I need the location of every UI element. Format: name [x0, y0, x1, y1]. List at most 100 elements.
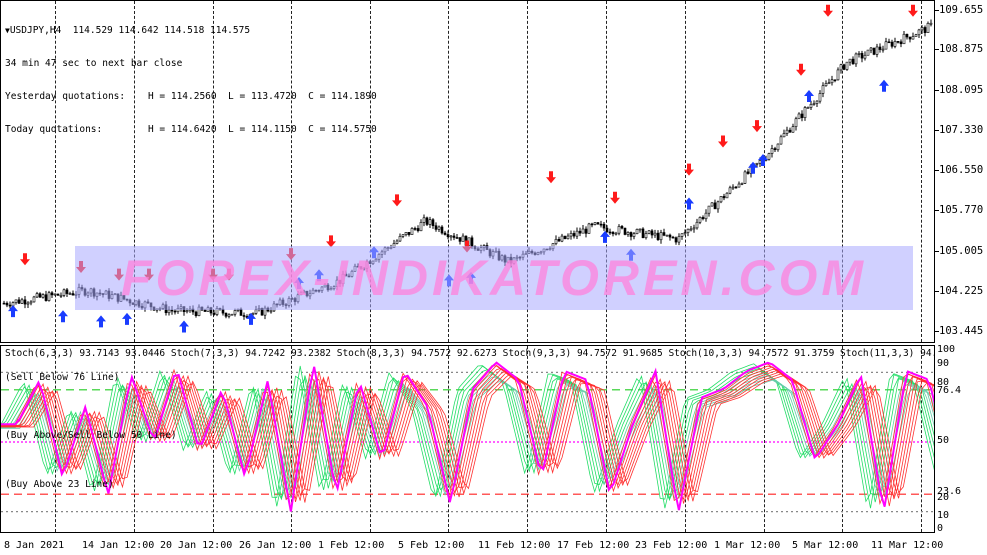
candle-body — [677, 236, 681, 243]
candle-body — [572, 233, 576, 237]
candle-body — [812, 103, 816, 105]
candle-body — [686, 228, 690, 233]
indicator-tick-label: 90 — [937, 358, 950, 369]
candle-body — [461, 235, 465, 242]
price-tick-label: 103.445 — [939, 325, 984, 337]
stochastic-indicator-pane[interactable]: Stoch(6,3,3) 93.7143 93.0446 Stoch(7,3,3… — [0, 345, 935, 533]
candle-body — [776, 143, 780, 151]
time-label: 11 Feb 12:00 — [478, 540, 551, 551]
right-price-axis[interactable]: 109.655 108.875 108.095 107.330 106.550 105.7… — [935, 0, 987, 555]
buy-arrow-icon — [58, 310, 68, 323]
time-label: 14 Jan 12:00 — [82, 540, 155, 551]
candle-body — [683, 232, 687, 235]
indicator-tick-label: 76.4 — [937, 385, 962, 396]
candle-body — [446, 234, 450, 238]
price-tick-label: 105.770 — [939, 204, 984, 216]
candle-body — [29, 301, 33, 304]
candle-body — [455, 237, 459, 239]
price-tick-label: 108.875 — [939, 43, 984, 55]
candle-body — [863, 54, 867, 59]
candle-body — [671, 236, 675, 239]
candle-body — [899, 41, 903, 45]
candle-body — [869, 47, 873, 51]
candle-body — [719, 196, 723, 203]
candle-body — [212, 312, 216, 315]
candle-body — [53, 293, 57, 296]
candle-body — [635, 229, 639, 235]
indicator-tick-label: 50 — [937, 435, 950, 446]
candle-body — [890, 41, 894, 47]
candle-body — [794, 118, 798, 127]
sell-arrow-icon — [392, 194, 402, 207]
candle-body — [575, 230, 579, 237]
level-label-76: (Sell Below 76 Line) — [5, 372, 120, 383]
candle-body — [5, 302, 9, 306]
candle-body — [875, 46, 879, 55]
candle-body — [35, 293, 39, 298]
candle-body — [824, 83, 828, 87]
time-label: 20 Jan 12:00 — [160, 540, 233, 551]
candle-body — [443, 232, 447, 235]
candle-body — [701, 217, 705, 220]
sell-arrow-icon — [718, 135, 728, 148]
candle-body — [662, 232, 666, 236]
candle-body — [554, 238, 558, 244]
candle-body — [65, 289, 69, 294]
candle-body — [833, 79, 837, 82]
candle-body — [692, 227, 696, 230]
candle-body — [431, 219, 435, 226]
candle-body — [566, 235, 570, 240]
candle-body — [623, 227, 627, 235]
candle-body — [926, 23, 930, 33]
watermark-band: FOREX-INDIKATOREN.COM — [75, 246, 913, 310]
candle-body — [866, 49, 870, 56]
candle-body — [632, 233, 636, 237]
candle-body — [653, 232, 657, 236]
candle-body — [32, 296, 36, 303]
indicator-tick-label: 0 — [937, 523, 944, 534]
candle-body — [839, 64, 843, 71]
yesterday-quotations-text: Yesterday quotations: H = 114.2560 L = 1… — [5, 91, 377, 102]
candle-body — [608, 231, 612, 234]
candle-body — [791, 126, 795, 133]
candle-body — [788, 129, 792, 133]
time-axis[interactable]: 8 Jan 2021 14 Jan 12:00 20 Jan 12:00 26 Jan… — [0, 533, 943, 555]
candle-body — [911, 36, 915, 40]
candle-body — [173, 310, 177, 313]
candle-body — [665, 234, 669, 237]
time-label: 1 Feb 12:00 — [318, 540, 385, 551]
candle-body — [881, 48, 885, 51]
candle-body — [68, 293, 72, 295]
candle-body — [413, 228, 417, 230]
candle-body — [680, 233, 684, 237]
sell-arrow-icon — [908, 4, 918, 17]
candle-body — [254, 309, 258, 314]
candle-body — [785, 129, 789, 134]
candle-body — [614, 232, 618, 235]
candle-body — [578, 230, 582, 234]
candle-body — [230, 313, 234, 316]
candle-body — [767, 153, 771, 160]
sell-arrow-icon — [20, 253, 30, 266]
candle-body — [437, 226, 441, 230]
symbol-ohlc-text: USDJPY,H4 114.529 114.642 114.518 114.57… — [9, 25, 251, 36]
candle-body — [800, 113, 804, 118]
candle-body — [893, 41, 897, 47]
candle-body — [584, 228, 588, 234]
candle-body — [605, 227, 609, 233]
candle-body — [581, 228, 585, 234]
candle-body — [602, 223, 606, 229]
candle-body — [908, 36, 912, 40]
candle-body — [821, 85, 825, 94]
level-label-50: (Buy Above/Sell Below 50 Line) — [5, 430, 177, 441]
candle-body — [704, 212, 708, 220]
candle-body — [920, 27, 924, 31]
time-label: 11 Mar 12:00 — [871, 540, 944, 551]
candle-body — [23, 299, 27, 305]
candle-body — [737, 183, 741, 188]
candle-body — [740, 183, 744, 185]
candle-body — [557, 238, 561, 242]
price-chart-pane[interactable]: FOREX-INDIKATOREN.COM ▼USDJPY,H4 114.529… — [0, 0, 935, 343]
candle-body — [689, 228, 693, 231]
candle-body — [722, 196, 726, 199]
